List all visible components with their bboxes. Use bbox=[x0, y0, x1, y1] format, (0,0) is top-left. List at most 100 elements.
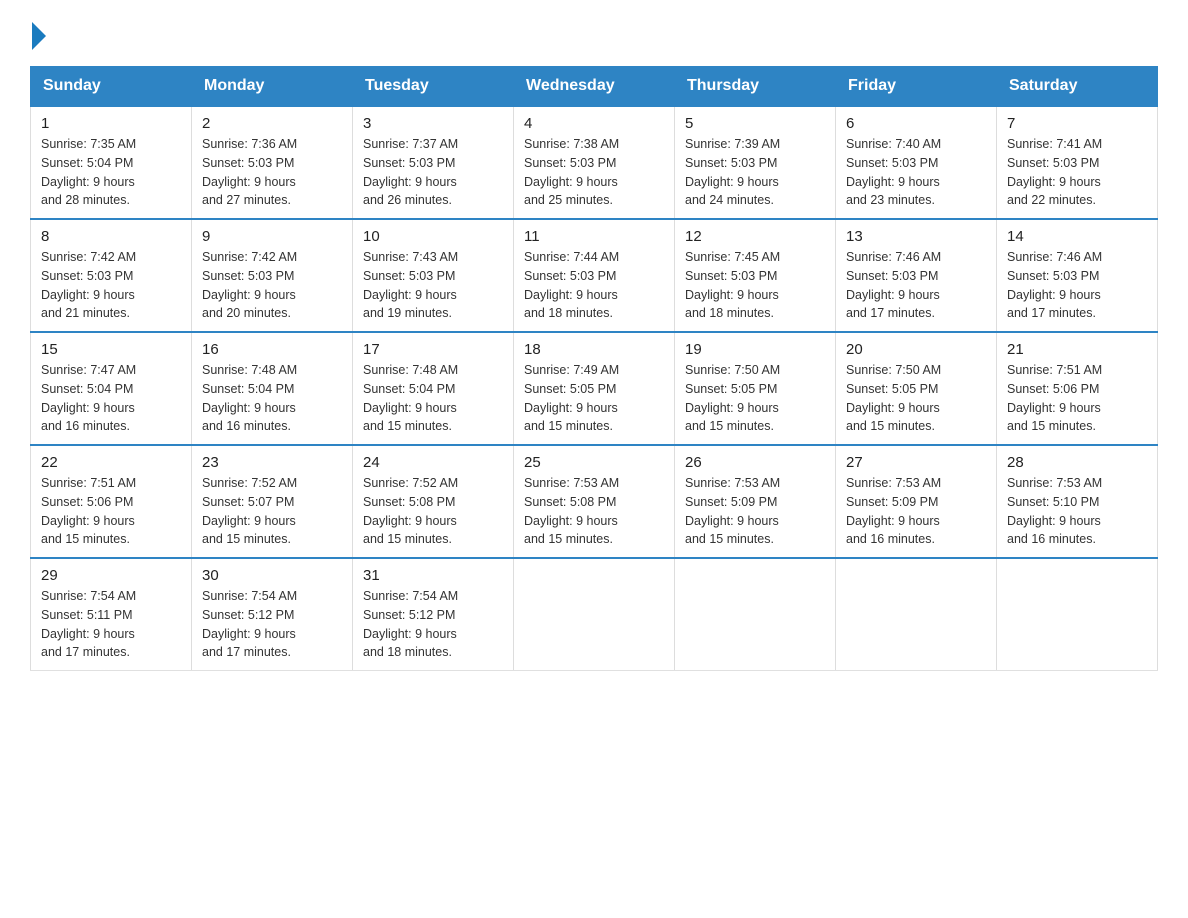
day-info: Sunrise: 7:42 AM Sunset: 5:03 PM Dayligh… bbox=[41, 248, 181, 323]
day-info: Sunrise: 7:51 AM Sunset: 5:06 PM Dayligh… bbox=[1007, 361, 1147, 436]
daylight-minutes: and 15 minutes. bbox=[363, 532, 452, 546]
day-info: Sunrise: 7:53 AM Sunset: 5:09 PM Dayligh… bbox=[685, 474, 825, 549]
daylight-minutes: and 15 minutes. bbox=[1007, 419, 1096, 433]
sunset-label: Sunset: 5:09 PM bbox=[685, 495, 777, 509]
column-header-saturday: Saturday bbox=[997, 67, 1158, 107]
day-info: Sunrise: 7:38 AM Sunset: 5:03 PM Dayligh… bbox=[524, 135, 664, 210]
day-info: Sunrise: 7:53 AM Sunset: 5:08 PM Dayligh… bbox=[524, 474, 664, 549]
day-number: 19 bbox=[685, 341, 825, 358]
daylight-minutes: and 15 minutes. bbox=[685, 532, 774, 546]
sunrise-label: Sunrise: 7:52 AM bbox=[202, 476, 297, 490]
sunset-label: Sunset: 5:03 PM bbox=[1007, 156, 1099, 170]
sunrise-label: Sunrise: 7:38 AM bbox=[524, 137, 619, 151]
daylight-label: Daylight: 9 hours bbox=[524, 514, 618, 528]
daylight-label: Daylight: 9 hours bbox=[202, 627, 296, 641]
day-number: 13 bbox=[846, 228, 986, 245]
sunset-label: Sunset: 5:05 PM bbox=[524, 382, 616, 396]
sunset-label: Sunset: 5:08 PM bbox=[524, 495, 616, 509]
sunset-label: Sunset: 5:03 PM bbox=[524, 156, 616, 170]
calendar-week-2: 8 Sunrise: 7:42 AM Sunset: 5:03 PM Dayli… bbox=[31, 219, 1158, 332]
sunrise-label: Sunrise: 7:51 AM bbox=[1007, 363, 1102, 377]
daylight-minutes: and 19 minutes. bbox=[363, 306, 452, 320]
sunset-label: Sunset: 5:03 PM bbox=[363, 156, 455, 170]
sunrise-label: Sunrise: 7:52 AM bbox=[363, 476, 458, 490]
day-number: 3 bbox=[363, 115, 503, 132]
calendar-cell: 13 Sunrise: 7:46 AM Sunset: 5:03 PM Dayl… bbox=[836, 219, 997, 332]
sunrise-label: Sunrise: 7:48 AM bbox=[202, 363, 297, 377]
calendar-cell: 5 Sunrise: 7:39 AM Sunset: 5:03 PM Dayli… bbox=[675, 106, 836, 219]
column-header-tuesday: Tuesday bbox=[353, 67, 514, 107]
day-info: Sunrise: 7:41 AM Sunset: 5:03 PM Dayligh… bbox=[1007, 135, 1147, 210]
day-number: 9 bbox=[202, 228, 342, 245]
daylight-label: Daylight: 9 hours bbox=[202, 175, 296, 189]
calendar-cell: 4 Sunrise: 7:38 AM Sunset: 5:03 PM Dayli… bbox=[514, 106, 675, 219]
day-info: Sunrise: 7:48 AM Sunset: 5:04 PM Dayligh… bbox=[363, 361, 503, 436]
sunset-label: Sunset: 5:03 PM bbox=[41, 269, 133, 283]
column-header-thursday: Thursday bbox=[675, 67, 836, 107]
calendar-cell: 31 Sunrise: 7:54 AM Sunset: 5:12 PM Dayl… bbox=[353, 558, 514, 671]
sunset-label: Sunset: 5:03 PM bbox=[685, 269, 777, 283]
sunrise-label: Sunrise: 7:46 AM bbox=[1007, 250, 1102, 264]
day-info: Sunrise: 7:53 AM Sunset: 5:09 PM Dayligh… bbox=[846, 474, 986, 549]
calendar-cell: 8 Sunrise: 7:42 AM Sunset: 5:03 PM Dayli… bbox=[31, 219, 192, 332]
calendar-cell: 25 Sunrise: 7:53 AM Sunset: 5:08 PM Dayl… bbox=[514, 445, 675, 558]
calendar-cell: 28 Sunrise: 7:53 AM Sunset: 5:10 PM Dayl… bbox=[997, 445, 1158, 558]
day-number: 21 bbox=[1007, 341, 1147, 358]
column-header-friday: Friday bbox=[836, 67, 997, 107]
daylight-minutes: and 16 minutes. bbox=[846, 532, 935, 546]
daylight-label: Daylight: 9 hours bbox=[846, 401, 940, 415]
sunrise-label: Sunrise: 7:41 AM bbox=[1007, 137, 1102, 151]
daylight-label: Daylight: 9 hours bbox=[363, 514, 457, 528]
day-info: Sunrise: 7:36 AM Sunset: 5:03 PM Dayligh… bbox=[202, 135, 342, 210]
day-info: Sunrise: 7:49 AM Sunset: 5:05 PM Dayligh… bbox=[524, 361, 664, 436]
daylight-label: Daylight: 9 hours bbox=[685, 401, 779, 415]
sunrise-label: Sunrise: 7:53 AM bbox=[524, 476, 619, 490]
daylight-label: Daylight: 9 hours bbox=[363, 627, 457, 641]
day-number: 7 bbox=[1007, 115, 1147, 132]
calendar-cell: 6 Sunrise: 7:40 AM Sunset: 5:03 PM Dayli… bbox=[836, 106, 997, 219]
sunrise-label: Sunrise: 7:42 AM bbox=[41, 250, 136, 264]
sunrise-label: Sunrise: 7:47 AM bbox=[41, 363, 136, 377]
daylight-label: Daylight: 9 hours bbox=[202, 401, 296, 415]
day-number: 5 bbox=[685, 115, 825, 132]
daylight-label: Daylight: 9 hours bbox=[41, 288, 135, 302]
day-number: 4 bbox=[524, 115, 664, 132]
sunrise-label: Sunrise: 7:46 AM bbox=[846, 250, 941, 264]
sunrise-label: Sunrise: 7:48 AM bbox=[363, 363, 458, 377]
daylight-minutes: and 28 minutes. bbox=[41, 193, 130, 207]
day-number: 29 bbox=[41, 567, 181, 584]
daylight-label: Daylight: 9 hours bbox=[846, 514, 940, 528]
sunset-label: Sunset: 5:11 PM bbox=[41, 608, 133, 622]
sunrise-label: Sunrise: 7:53 AM bbox=[1007, 476, 1102, 490]
day-number: 16 bbox=[202, 341, 342, 358]
daylight-label: Daylight: 9 hours bbox=[41, 627, 135, 641]
day-info: Sunrise: 7:46 AM Sunset: 5:03 PM Dayligh… bbox=[1007, 248, 1147, 323]
sunrise-label: Sunrise: 7:50 AM bbox=[846, 363, 941, 377]
calendar-cell: 16 Sunrise: 7:48 AM Sunset: 5:04 PM Dayl… bbox=[192, 332, 353, 445]
daylight-minutes: and 15 minutes. bbox=[524, 419, 613, 433]
calendar-cell: 12 Sunrise: 7:45 AM Sunset: 5:03 PM Dayl… bbox=[675, 219, 836, 332]
sunset-label: Sunset: 5:04 PM bbox=[202, 382, 294, 396]
daylight-label: Daylight: 9 hours bbox=[524, 175, 618, 189]
logo bbox=[30, 20, 46, 46]
day-info: Sunrise: 7:54 AM Sunset: 5:12 PM Dayligh… bbox=[202, 587, 342, 662]
daylight-label: Daylight: 9 hours bbox=[846, 288, 940, 302]
daylight-label: Daylight: 9 hours bbox=[363, 288, 457, 302]
daylight-minutes: and 27 minutes. bbox=[202, 193, 291, 207]
page-header bbox=[30, 20, 1158, 46]
daylight-minutes: and 18 minutes. bbox=[524, 306, 613, 320]
daylight-minutes: and 17 minutes. bbox=[1007, 306, 1096, 320]
daylight-label: Daylight: 9 hours bbox=[41, 401, 135, 415]
daylight-minutes: and 18 minutes. bbox=[685, 306, 774, 320]
column-header-monday: Monday bbox=[192, 67, 353, 107]
day-number: 8 bbox=[41, 228, 181, 245]
day-number: 17 bbox=[363, 341, 503, 358]
daylight-minutes: and 22 minutes. bbox=[1007, 193, 1096, 207]
day-number: 20 bbox=[846, 341, 986, 358]
day-number: 1 bbox=[41, 115, 181, 132]
sunset-label: Sunset: 5:04 PM bbox=[41, 382, 133, 396]
daylight-label: Daylight: 9 hours bbox=[41, 514, 135, 528]
day-info: Sunrise: 7:50 AM Sunset: 5:05 PM Dayligh… bbox=[846, 361, 986, 436]
day-info: Sunrise: 7:51 AM Sunset: 5:06 PM Dayligh… bbox=[41, 474, 181, 549]
day-info: Sunrise: 7:35 AM Sunset: 5:04 PM Dayligh… bbox=[41, 135, 181, 210]
